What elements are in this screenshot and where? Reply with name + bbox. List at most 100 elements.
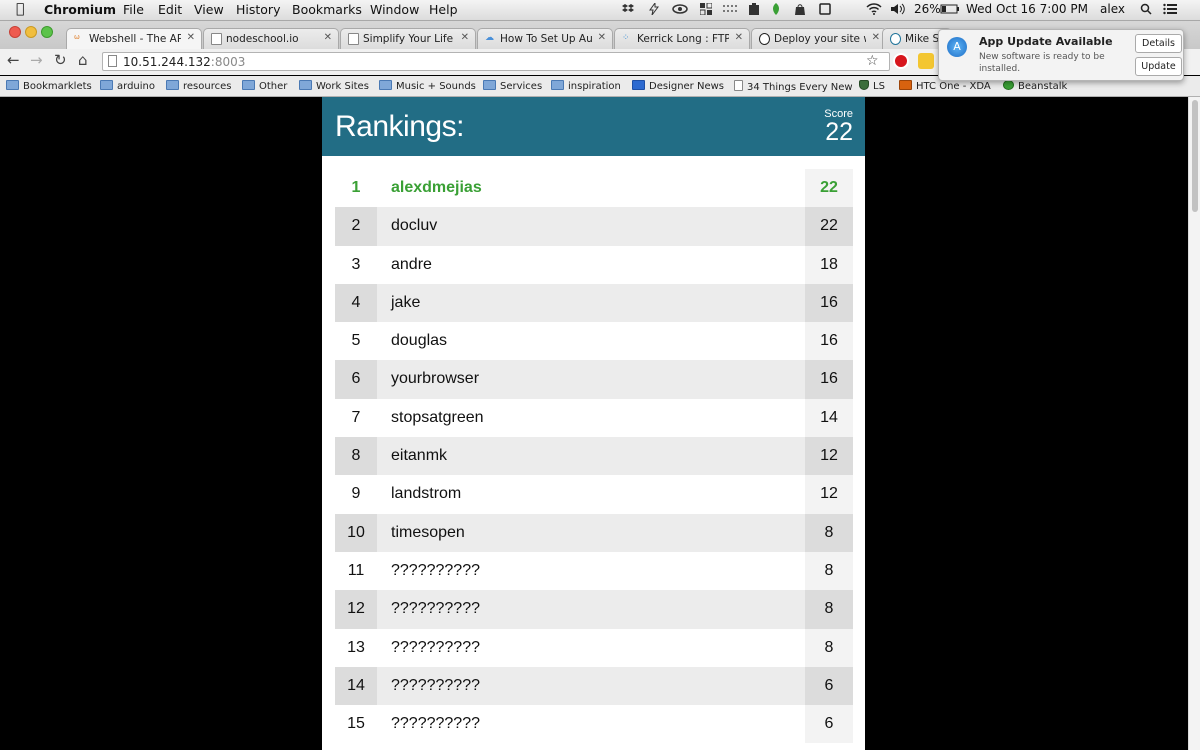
clock[interactable]: Wed Oct 16 7:00 PM — [966, 2, 1088, 16]
bookmark-beanstalk[interactable]: Beanstalk — [1003, 80, 1067, 92]
ranking-score: 18 — [805, 245, 853, 284]
address-bar[interactable]: 10.51.244.132:8003 — [102, 52, 890, 71]
tab-nodeschool[interactable]: nodeschool.io ✕ — [203, 28, 339, 49]
ranking-rank: 4 — [335, 283, 377, 323]
tab-title: Kerrick Long : FTP is — [637, 33, 729, 45]
ranking-rank: 15 — [335, 705, 377, 744]
notification-center-icon[interactable] — [1163, 3, 1177, 15]
ranking-score: 8 — [805, 628, 853, 667]
apple-menu-icon[interactable]:  — [16, 1, 24, 17]
ranking-score: 6 — [805, 666, 853, 706]
tab-close-icon[interactable]: ✕ — [598, 32, 606, 43]
tab-close-icon[interactable]: ✕ — [872, 32, 880, 43]
bookmark-ls[interactable]: LS — [859, 80, 885, 92]
ranking-score: 8 — [805, 513, 853, 552]
menu-app-name[interactable]: Chromium — [44, 2, 116, 17]
user-name[interactable]: alex — [1100, 2, 1125, 16]
tab-close-icon[interactable]: ✕ — [187, 32, 195, 43]
close-window-button[interactable] — [9, 26, 21, 38]
tab-close-icon[interactable]: ✕ — [461, 32, 469, 43]
tab-simplify[interactable]: Simplify Your Life W ✕ — [340, 28, 476, 49]
menu-history[interactable]: History — [236, 2, 280, 17]
bookmark-34-things[interactable]: 34 Things Every New — [734, 80, 853, 93]
ranking-score: 12 — [805, 437, 853, 476]
ranking-rank: 7 — [335, 398, 377, 438]
dotgrid-favicon-icon: ⁘ — [622, 33, 630, 43]
bookmark-bookmarklets[interactable]: Bookmarklets — [6, 80, 92, 92]
clipboard-icon[interactable] — [748, 3, 760, 15]
bookmark-star-icon[interactable]: ☆ — [866, 53, 879, 69]
menu-view[interactable]: View — [194, 2, 224, 17]
ranking-score: 16 — [805, 322, 853, 361]
tab-deploy-site[interactable]: Deploy your site wit ✕ — [751, 28, 887, 49]
home-icon[interactable]: ⌂ — [78, 51, 88, 69]
spotlight-search-icon[interactable] — [1140, 3, 1152, 15]
bookmark-other[interactable]: Other — [242, 80, 287, 92]
ranking-row: 2 docluv 22 — [335, 207, 853, 246]
ranking-score: 6 — [805, 705, 853, 744]
menu-window[interactable]: Window — [370, 2, 419, 17]
ranking-rank: 10 — [335, 513, 377, 552]
tab-title: How To Set Up Auto — [500, 33, 592, 45]
page-scrollbar[interactable] — [1188, 97, 1200, 750]
menu-bookmarks[interactable]: Bookmarks — [292, 2, 362, 17]
bookmark-arduino[interactable]: arduino — [100, 80, 155, 92]
scrollbar-thumb[interactable] — [1192, 100, 1198, 212]
bookmark-work-sites[interactable]: Work Sites — [299, 80, 369, 92]
tab-title: Webshell - The API C — [89, 33, 181, 45]
menu-file[interactable]: File — [123, 2, 144, 17]
wifi-icon[interactable] — [866, 3, 882, 15]
dropbox-icon[interactable] — [622, 3, 634, 15]
extension-icon[interactable] — [918, 53, 934, 69]
opera-extension-icon[interactable] — [893, 53, 909, 69]
forward-arrow-icon[interactable]: → — [30, 51, 43, 69]
tab-close-icon[interactable]: ✕ — [735, 32, 743, 43]
lightning-icon[interactable] — [648, 3, 660, 15]
details-button[interactable]: Details — [1135, 34, 1182, 53]
ranking-score: 16 — [805, 283, 853, 323]
bookmark-inspiration[interactable]: inspiration — [551, 80, 621, 92]
back-arrow-icon[interactable]: ← — [7, 51, 20, 69]
dots-icon[interactable] — [722, 3, 740, 15]
menu-edit[interactable]: Edit — [158, 2, 182, 17]
menu-help[interactable]: Help — [429, 2, 458, 17]
ranking-name: docluv — [391, 217, 438, 235]
volume-icon[interactable] — [890, 3, 906, 15]
battery-icon[interactable] — [940, 3, 960, 15]
tab-setup-auto[interactable]: ☁ How To Set Up Auto ✕ — [477, 28, 613, 49]
ranking-row: 7 stopsatgreen 14 — [335, 398, 853, 438]
grid-icon[interactable] — [700, 3, 712, 15]
tab-webshell[interactable]: ω Webshell - The API C ✕ — [66, 28, 202, 49]
bookmark-music-sounds[interactable]: Music + Sounds — [379, 80, 476, 92]
ranking-rank: 1 — [335, 169, 377, 208]
address-url[interactable]: 10.51.244.132:8003 — [123, 55, 245, 69]
folder-icon — [166, 80, 179, 90]
reload-icon[interactable]: ↻ — [54, 51, 67, 69]
square-icon[interactable] — [819, 3, 831, 15]
bag-icon[interactable] — [794, 3, 806, 15]
ranking-rank: 8 — [335, 437, 377, 476]
bookmark-designer-news[interactable]: Designer News — [632, 80, 724, 92]
shield-icon — [859, 80, 869, 90]
bookmark-resources[interactable]: resources — [166, 80, 231, 92]
notification-title: App Update Available — [979, 35, 1113, 48]
ranking-name: stopsatgreen — [391, 408, 484, 426]
eye-icon[interactable] — [672, 3, 688, 15]
tab-close-icon[interactable]: ✕ — [324, 32, 332, 43]
ranking-row: 12?????????? 8 — [335, 590, 853, 629]
tab-title: nodeschool.io — [226, 33, 299, 45]
ranking-name: ?????????? — [391, 561, 480, 579]
leaf-icon[interactable] — [770, 3, 782, 15]
ranking-score: 16 — [805, 360, 853, 399]
ranking-name: ?????????? — [391, 676, 480, 694]
minimize-window-button[interactable] — [25, 26, 37, 38]
ranking-rank: 5 — [335, 322, 377, 361]
folder-icon — [242, 80, 255, 90]
update-button[interactable]: Update — [1135, 57, 1182, 76]
bookmark-htc-one-xda[interactable]: HTC One - XDA — [899, 80, 991, 92]
ranking-name: yourbrowser — [391, 370, 480, 388]
rankings-list: 1 alexdmejias 22 2 docluv 22 3 andre 18 4 jake 16 5 d… — [335, 169, 853, 744]
tab-kerrick-long[interactable]: ⁘ Kerrick Long : FTP is ✕ — [614, 28, 750, 49]
zoom-window-button[interactable] — [41, 26, 53, 38]
bookmark-services[interactable]: Services — [483, 80, 542, 92]
